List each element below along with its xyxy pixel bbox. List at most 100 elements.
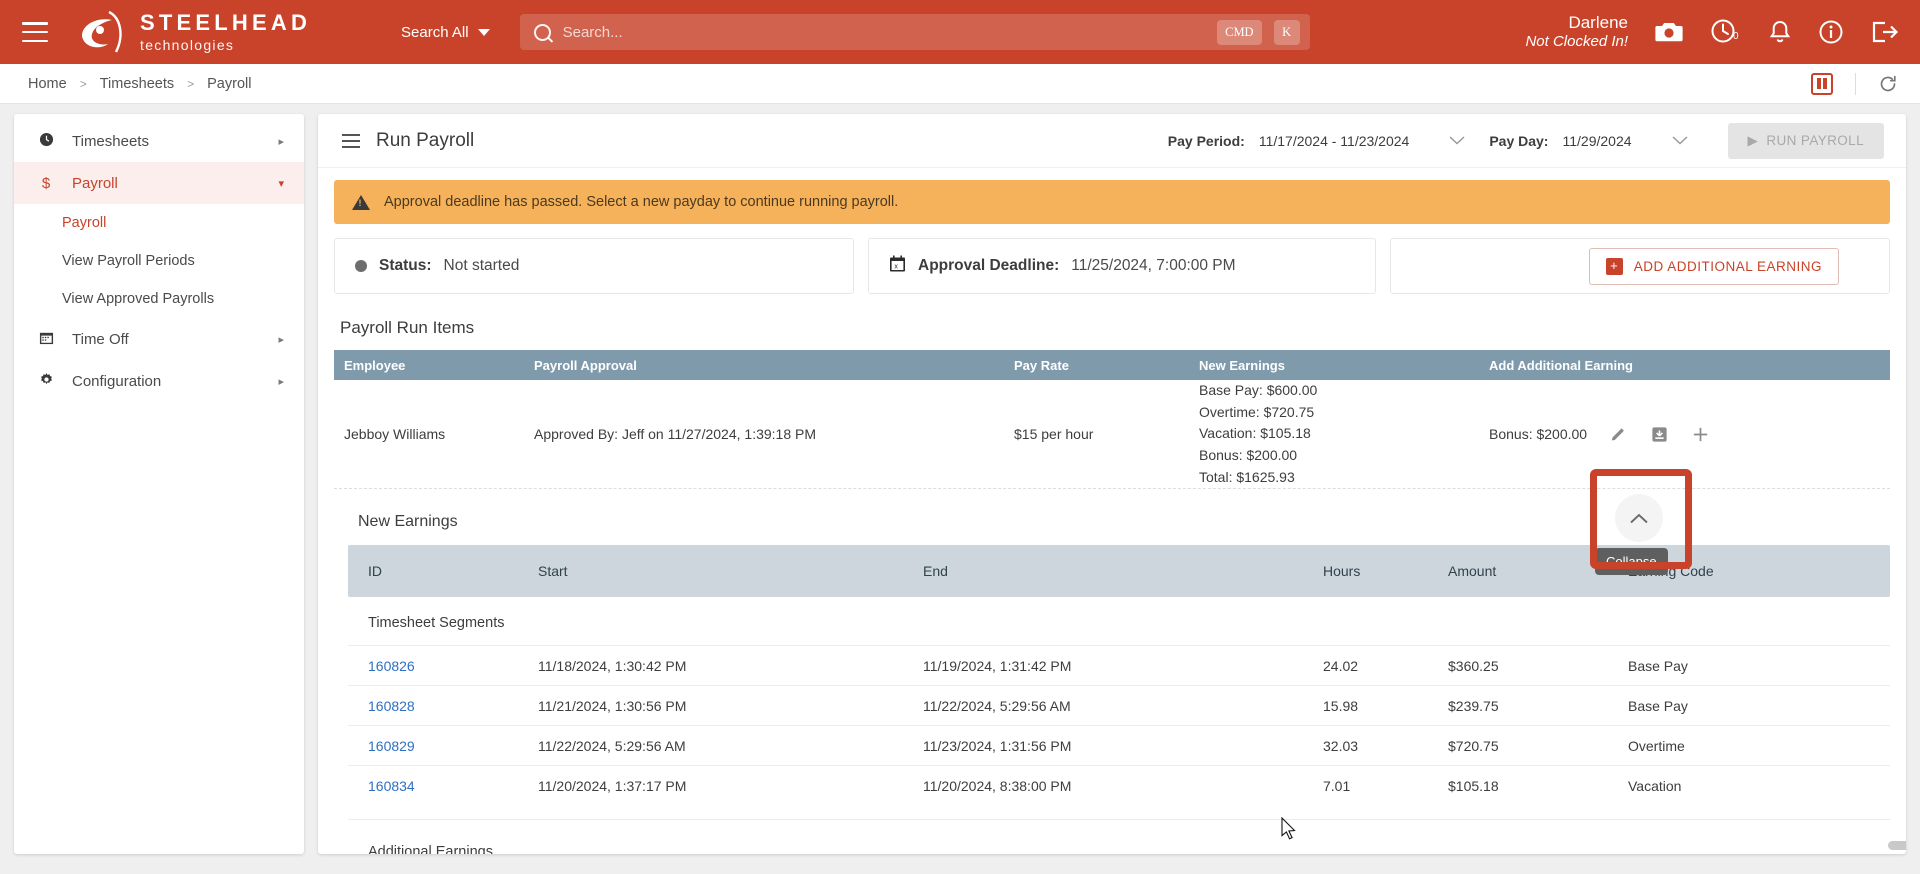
sidebar-item-time-off[interactable]: Time Off ▸	[14, 318, 304, 360]
sidebar-subitem-payroll[interactable]: Payroll	[14, 204, 304, 242]
search-scope-selector[interactable]: Search All	[401, 24, 490, 41]
edit-pencil-icon[interactable]	[1609, 425, 1628, 444]
alert-text: Approval deadline has passed. Select a n…	[384, 194, 899, 210]
download-icon[interactable]	[1650, 425, 1669, 444]
table-row[interactable]: 160834 11/20/2024, 1:37:17 PM 11/20/2024…	[348, 765, 1890, 805]
cell-end: 11/23/2024, 1:31:56 PM	[923, 737, 1072, 754]
warning-icon	[352, 194, 370, 210]
cell-amount: $239.75	[1448, 697, 1499, 714]
info-icon[interactable]	[1818, 19, 1844, 45]
group-additional-earnings: Additional Earnings	[348, 819, 1890, 854]
breadcrumb-item-timesheets[interactable]: Timesheets	[100, 76, 174, 92]
play-icon: ▶	[1747, 132, 1759, 148]
earning-vacation: Vacation: $105.18	[1199, 425, 1311, 442]
pay-period-label: Pay Period:	[1167, 132, 1245, 149]
panel-header-controls: Pay Period: 11/17/2024 - 11/23/2024 Pay …	[1168, 122, 1884, 159]
status-cards: Status: Not started x Approval Deadline:…	[334, 238, 1890, 294]
cell-id[interactable]: 160828	[368, 698, 538, 714]
refresh-icon[interactable]	[1878, 74, 1898, 94]
main-panel: Run Payroll Pay Period: 11/17/2024 - 11/…	[318, 114, 1906, 854]
panel-scroll-area: Approval deadline has passed. Select a n…	[318, 168, 1906, 854]
cell-hours: 7.01	[1323, 777, 1351, 794]
breadcrumb-actions	[1811, 72, 1898, 95]
collapse-toggle-button[interactable]	[1615, 494, 1663, 542]
cell-id[interactable]: 160829	[368, 738, 538, 754]
column-header-hours: Hours	[1323, 563, 1361, 580]
id-link[interactable]: 160828	[368, 698, 415, 714]
cell-earning-code: Overtime	[1628, 737, 1685, 754]
sidebar-item-timesheets[interactable]: Timesheets ▸	[14, 120, 304, 162]
earning-bonus: Bonus: $200.00	[1199, 447, 1298, 464]
cell-end: 11/22/2024, 5:29:56 AM	[923, 697, 1071, 714]
cell-earning-code: Base Pay	[1628, 697, 1688, 714]
header-user-area: Darlene Not Clocked In! 0	[1525, 12, 1898, 52]
sidebar-subitem-label: View Approved Payrolls	[62, 291, 215, 307]
table-row[interactable]: 160828 11/21/2024, 1:30:56 PM 11/22/2024…	[348, 685, 1890, 725]
clock-icon[interactable]: 0	[1710, 18, 1742, 46]
cell-add-additional-earning: Bonus: $200.00	[1489, 425, 1890, 444]
search-scope-label: Search All	[401, 23, 469, 41]
cell-amount: $720.75	[1448, 737, 1499, 754]
camera-icon[interactable]	[1654, 20, 1684, 44]
user-name: Darlene	[1568, 13, 1628, 32]
pay-period-selector[interactable]: Pay Period: 11/17/2024 - 11/23/2024	[1168, 133, 1490, 149]
bell-icon[interactable]	[1768, 19, 1792, 45]
add-additional-earning-button[interactable]: + ADD ADDITIONAL EARNING	[1588, 247, 1839, 285]
search-input[interactable]	[562, 23, 1206, 41]
horizontal-scrollbar[interactable]	[1888, 841, 1906, 850]
approval-deadline-alert: Approval deadline has passed. Select a n…	[334, 180, 1890, 224]
additional-earning-value: Bonus: $200.00	[1489, 426, 1588, 443]
user-info[interactable]: Darlene Not Clocked In!	[1525, 12, 1628, 52]
pay-day-selector[interactable]: Pay Day: 11/29/2024	[1489, 133, 1711, 149]
page-title: Run Payroll	[376, 129, 475, 151]
table-row[interactable]: 160829 11/22/2024, 5:29:56 AM 11/23/2024…	[348, 725, 1890, 765]
run-payroll-button[interactable]: ▶ RUN PAYROLL	[1727, 122, 1884, 159]
table-row[interactable]: 160826 11/18/2024, 1:30:42 PM 11/19/2024…	[348, 645, 1890, 685]
global-search[interactable]: CMD K	[519, 14, 1310, 50]
cell-new-earnings: Base Pay: $600.00 Overtime: $720.75 Vaca…	[1199, 380, 1489, 488]
sidebar-subitem-view-payroll-periods[interactable]: View Payroll Periods	[14, 242, 304, 280]
cell-start: 11/18/2024, 1:30:42 PM	[538, 657, 687, 674]
plus-icon[interactable]	[1691, 425, 1710, 444]
column-header-employee: Employee	[344, 357, 406, 373]
sidebar-subitem-label: View Payroll Periods	[62, 253, 195, 269]
logout-icon[interactable]	[1870, 19, 1898, 45]
svg-text:x: x	[894, 263, 898, 270]
column-header-pay-rate: Pay Rate	[1014, 357, 1069, 373]
sidebar-subitem-view-approved-payrolls[interactable]: View Approved Payrolls	[14, 280, 304, 318]
run-payroll-label: RUN PAYROLL	[1766, 133, 1864, 148]
svg-text:0: 0	[1733, 31, 1739, 42]
cell-employee: Jebboy Williams	[344, 426, 446, 443]
sidebar-item-payroll[interactable]: $ Payroll ▾	[14, 162, 304, 204]
add-additional-earning-label: ADD ADDITIONAL EARNING	[1633, 258, 1822, 274]
menu-icon[interactable]	[22, 22, 48, 42]
column-header-new-earnings: New Earnings	[1199, 357, 1285, 373]
deadline-value: 11/25/2024, 7:00:00 PM	[1071, 257, 1236, 274]
panel-menu-icon[interactable]	[342, 133, 360, 148]
table-row[interactable]: Jebboy Williams Approved By: Jeff on 11/…	[334, 380, 1890, 490]
breadcrumb-item-home[interactable]: Home	[28, 76, 67, 92]
chevron-right-icon: ▸	[278, 333, 284, 346]
group-timesheet-segments: Timesheet Segments	[368, 615, 505, 632]
dollar-icon: $	[41, 174, 51, 192]
sidebar-subitem-label: Payroll	[62, 215, 107, 231]
approval-deadline-card: x Approval Deadline: 11/25/2024, 7:00:00…	[868, 238, 1376, 294]
cell-hours: 32.03	[1323, 737, 1359, 754]
page-body: Timesheets ▸ $ Payroll ▾ Payroll View Pa…	[0, 104, 1920, 874]
sidebar-item-configuration[interactable]: Configuration ▸	[14, 360, 304, 402]
cell-pay-rate: $15 per hour	[1014, 426, 1094, 443]
cell-start: 11/21/2024, 1:30:56 PM	[538, 697, 687, 714]
cell-id[interactable]: 160826	[368, 658, 538, 674]
cell-id[interactable]: 160834	[368, 778, 538, 794]
id-link[interactable]: 160826	[368, 658, 415, 674]
breadcrumb-item-payroll[interactable]: Payroll	[207, 76, 251, 92]
id-link[interactable]: 160829	[368, 738, 415, 754]
chevron-right-icon: ▸	[278, 375, 284, 388]
status-card: Status: Not started	[334, 238, 854, 294]
id-link[interactable]: 160834	[368, 778, 415, 794]
pay-day-label: Pay Day:	[1489, 132, 1549, 149]
cell-payroll-approval: Approved By: Jeff on 11/27/2024, 1:39:18…	[534, 426, 817, 443]
section-title: Payroll Run Items	[340, 318, 475, 337]
pause-icon[interactable]	[1811, 72, 1833, 95]
brand-logo[interactable]: STEELHEAD technologies	[76, 8, 311, 56]
